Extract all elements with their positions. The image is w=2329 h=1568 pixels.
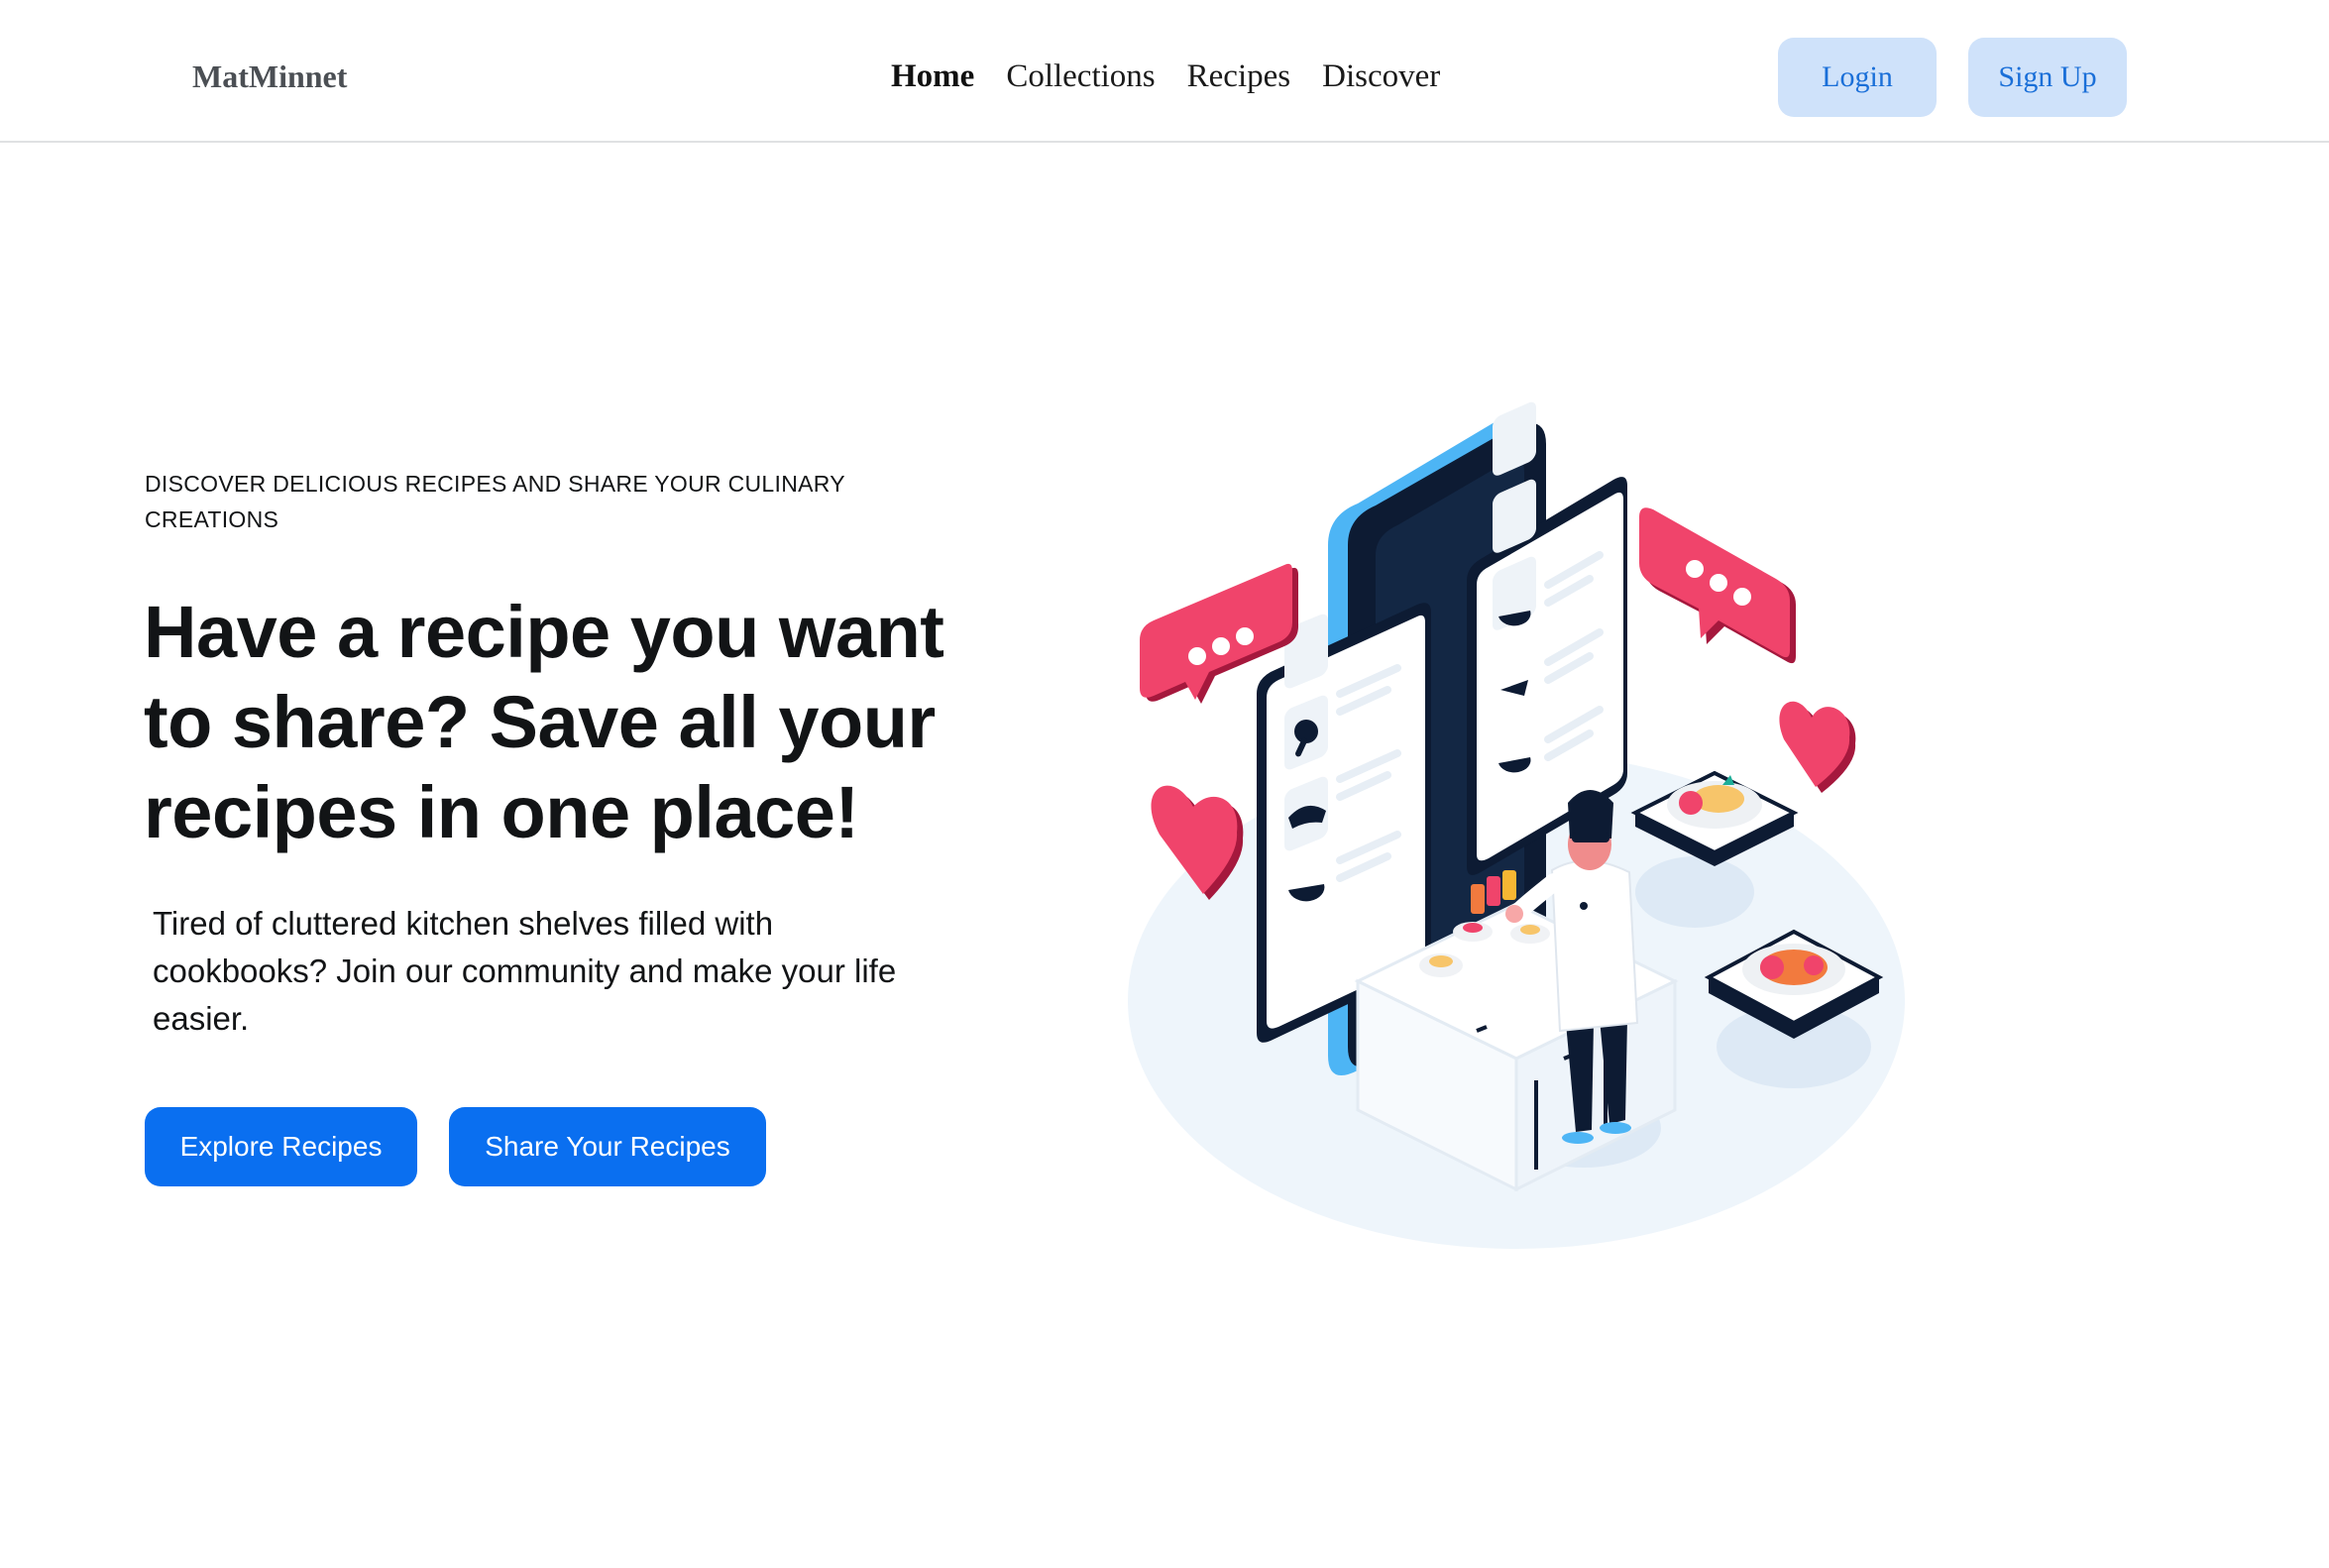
nav-discover[interactable]: Discover (1322, 52, 1440, 101)
explore-recipes-button[interactable]: Explore Recipes (145, 1107, 417, 1186)
nav-recipes[interactable]: Recipes (1187, 52, 1290, 101)
login-button[interactable]: Login (1778, 38, 1937, 117)
chef-illustration (1128, 401, 1905, 1249)
hero-eyebrow: DISCOVER DELICIOUS RECIPES AND SHARE YOU… (145, 471, 845, 532)
nav-home[interactable]: Home (891, 52, 974, 101)
top-navbar: MatMinnet Home Collections Recipes Disco… (0, 0, 2329, 143)
share-recipes-button[interactable]: Share Your Recipes (449, 1107, 766, 1186)
main-nav: Home Collections Recipes Discover (891, 52, 1440, 101)
hero-description: Tired of cluttered kitchen shelves fille… (153, 905, 897, 1037)
nav-collections[interactable]: Collections (1006, 52, 1155, 101)
brand-logo[interactable]: MatMinnet (192, 52, 347, 101)
signup-button[interactable]: Sign Up (1968, 38, 2127, 117)
floor-shadow (1635, 856, 1754, 928)
chat-bubble-icon (1639, 507, 1796, 664)
heart-icon (1779, 701, 1856, 793)
hero-headline: Have a recipe you want to share? Save al… (144, 591, 944, 853)
